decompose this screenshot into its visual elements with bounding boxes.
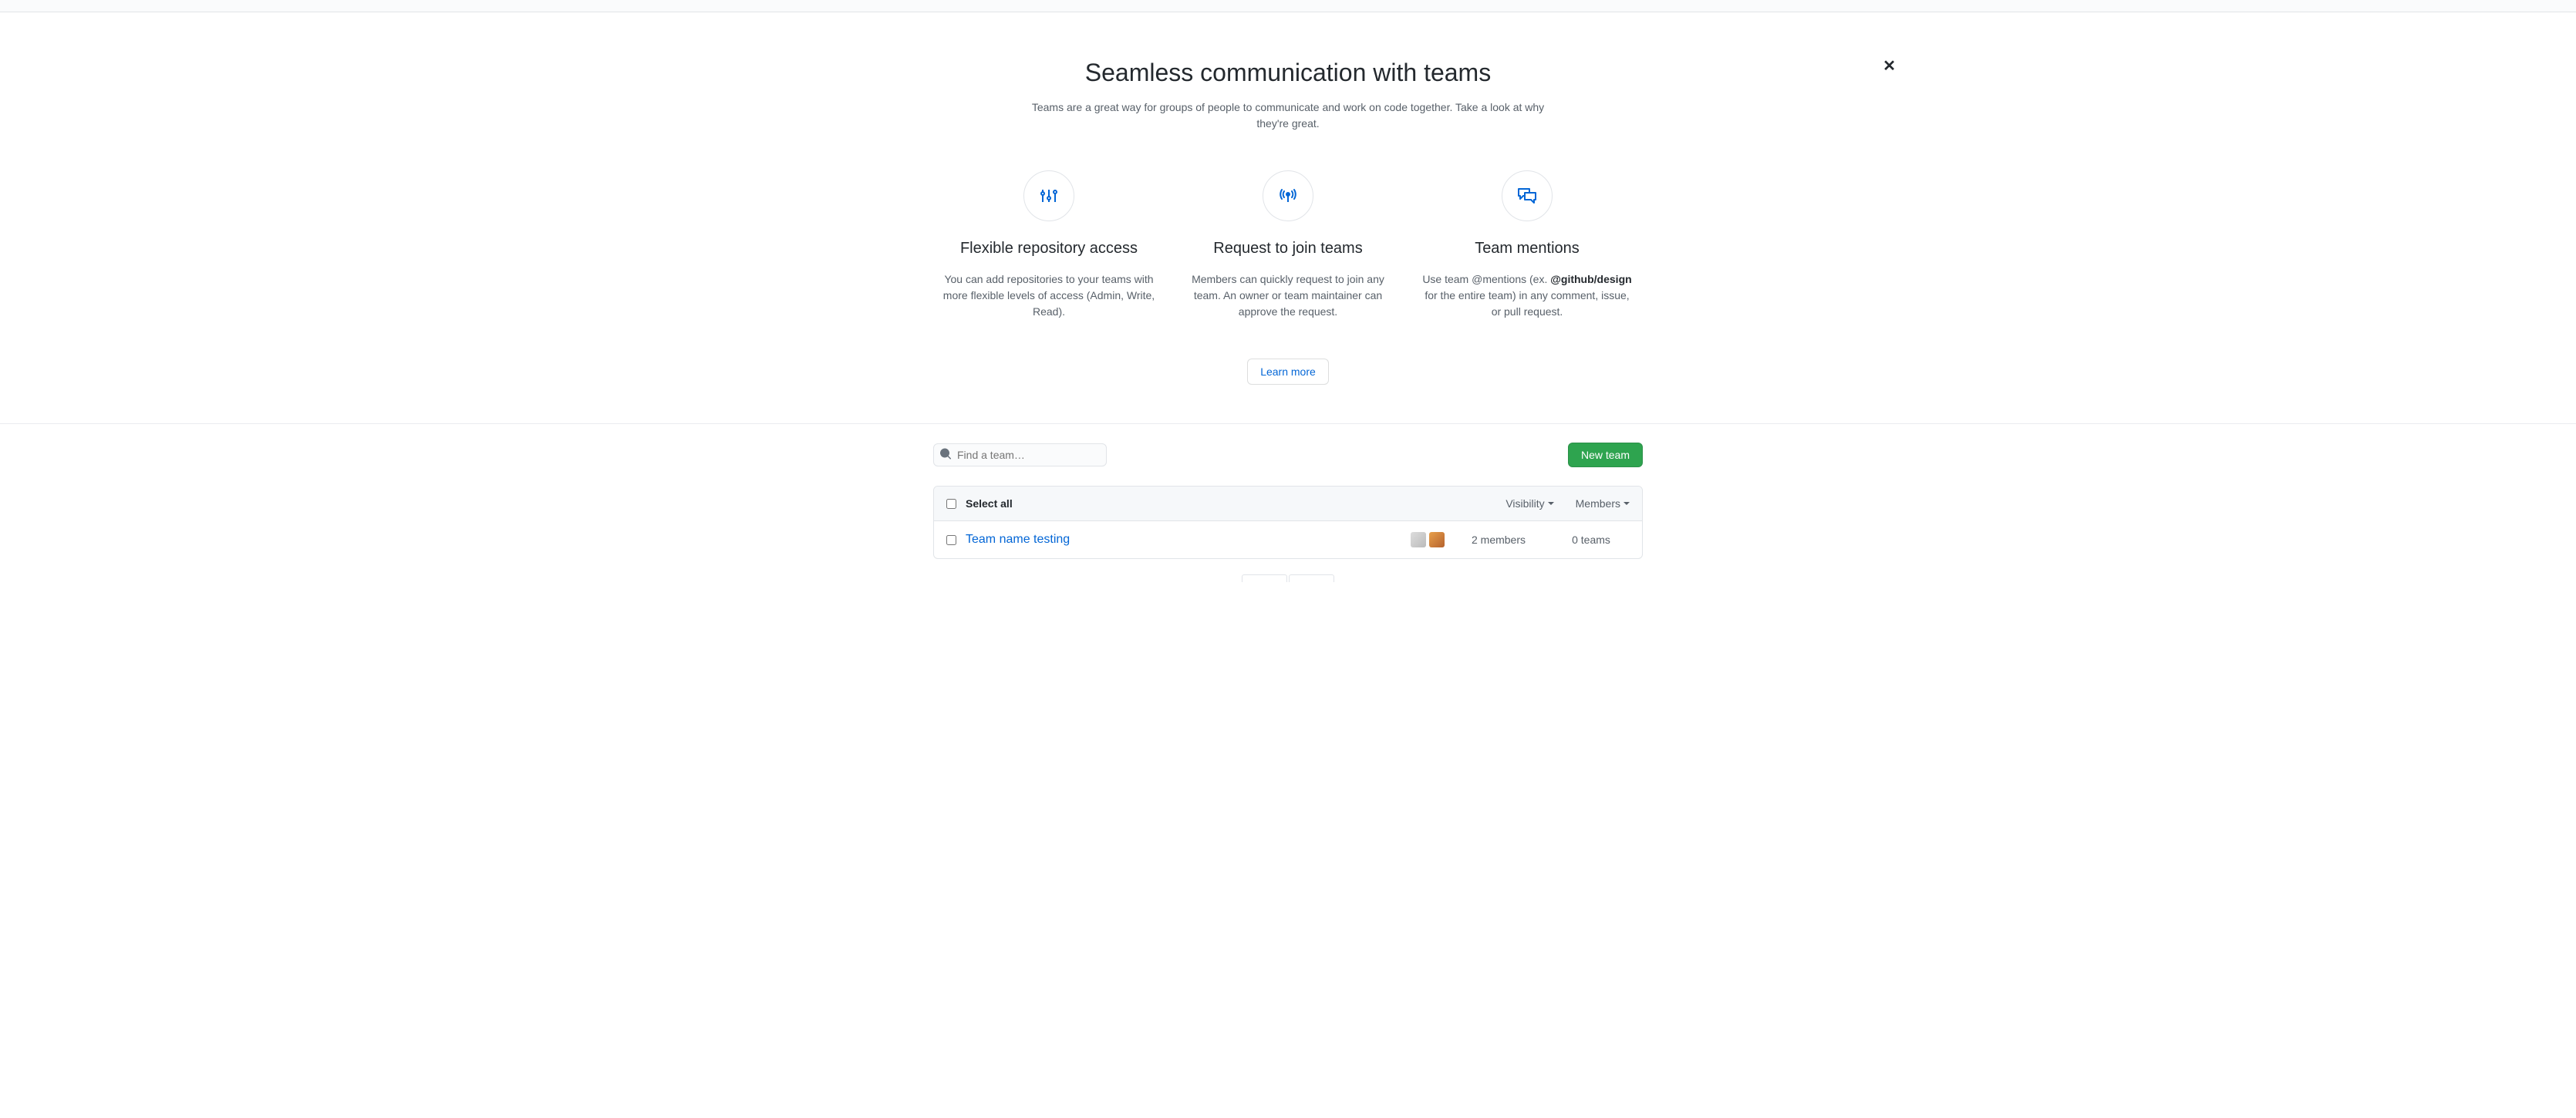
dropdown-text: Visibility	[1505, 497, 1544, 510]
teams-toolbar: New team	[933, 443, 1643, 467]
feature-title: Request to join teams	[1213, 240, 1362, 258]
search-input[interactable]	[933, 443, 1107, 466]
pagination-next[interactable]	[1289, 574, 1334, 582]
table-row: Team name testing 2 members 0 teams	[934, 521, 1642, 558]
feature-desc: Members can quickly request to join any …	[1180, 271, 1396, 320]
hero-title: Seamless communication with teams	[680, 59, 1896, 87]
members-dropdown[interactable]: Members	[1576, 497, 1630, 510]
pagination	[1242, 574, 1334, 582]
member-avatars	[1411, 532, 1445, 547]
feature-title: Team mentions	[1475, 240, 1580, 258]
chevron-down-icon	[1548, 502, 1554, 505]
table-header: Select all Visibility Members	[934, 487, 1642, 521]
feature-request-join: Request to join teams Members can quickl…	[1180, 170, 1396, 320]
features-row: Flexible repository access You can add r…	[680, 170, 1896, 320]
teams-table: Select all Visibility Members Team name …	[933, 486, 1643, 559]
members-count: 2 members	[1445, 534, 1553, 546]
feature-desc: Use team @mentions (ex. @github/design f…	[1419, 271, 1635, 320]
feature-flexible-access: Flexible repository access You can add r…	[941, 170, 1157, 320]
feature-title: Flexible repository access	[960, 240, 1138, 258]
chevron-down-icon	[1623, 502, 1630, 505]
close-button[interactable]: ✕	[1883, 59, 1896, 74]
select-all-checkbox[interactable]	[946, 499, 956, 509]
settings-sliders-icon	[1023, 170, 1074, 221]
learn-more-button[interactable]: Learn more	[1247, 359, 1329, 385]
dropdown-text: Members	[1576, 497, 1620, 510]
row-checkbox[interactable]	[946, 535, 956, 545]
feature-team-mentions: Team mentions Use team @mentions (ex. @g…	[1419, 170, 1635, 320]
new-team-button[interactable]: New team	[1568, 443, 1643, 467]
team-name-link[interactable]: Team name testing	[966, 533, 1070, 547]
broadcast-icon	[1263, 170, 1313, 221]
child-teams-count: 0 teams	[1553, 534, 1630, 546]
avatar[interactable]	[1411, 532, 1426, 547]
pagination-prev[interactable]	[1242, 574, 1287, 582]
select-all-label: Select all	[966, 497, 1013, 510]
feature-desc: You can add repositories to your teams w…	[941, 271, 1157, 320]
hero-subtitle: Teams are a great way for groups of peop…	[1018, 99, 1558, 132]
avatar[interactable]	[1429, 532, 1445, 547]
comment-discussion-icon	[1502, 170, 1553, 221]
org-tab-nav: Repositories People 2 Teams 1 Projects	[0, 0, 2576, 12]
search-icon	[939, 448, 952, 463]
visibility-dropdown[interactable]: Visibility	[1505, 497, 1553, 510]
